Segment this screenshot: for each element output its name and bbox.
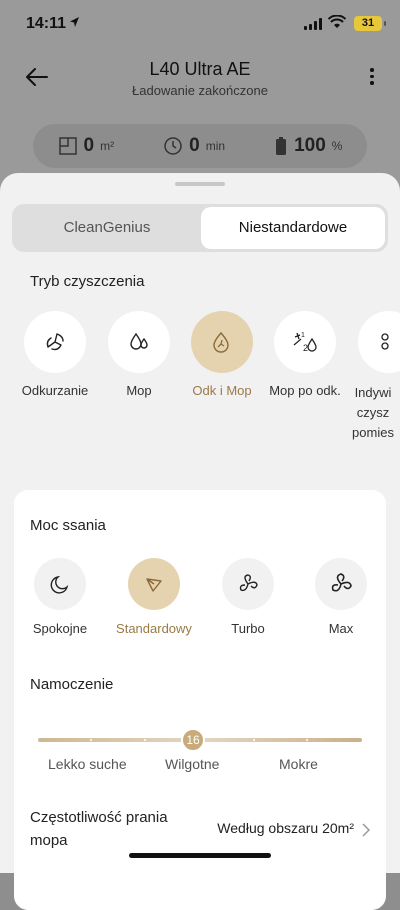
page-title: L40 Ultra AE bbox=[149, 59, 251, 79]
vacuum-mop-icon bbox=[213, 331, 229, 353]
cleaning-mode-title: Tryb czyszczenia bbox=[30, 273, 145, 290]
mode-mop-after-vacuum[interactable]: 12 Mop po odk. bbox=[269, 311, 341, 398]
water-drops-icon bbox=[130, 332, 148, 350]
location-arrow-icon bbox=[70, 17, 79, 27]
fan-turbo-icon bbox=[239, 574, 258, 592]
status-bar: 14:11 31 bbox=[0, 0, 400, 48]
suction-max[interactable]: Max bbox=[315, 558, 369, 636]
mode-vacuum[interactable]: Odkurzanie bbox=[22, 311, 88, 398]
moon-icon bbox=[50, 575, 69, 594]
moisture-label-wet: Wilgotne bbox=[165, 756, 220, 772]
suction-turbo[interactable]: Turbo bbox=[222, 558, 276, 636]
stat-area: 0 m² bbox=[58, 135, 114, 157]
stats-bar: 0 m² 0 min 100% bbox=[33, 124, 367, 168]
svg-text:1: 1 bbox=[301, 332, 305, 339]
mode-room-custom[interactable]: Indywi czysz pomies bbox=[352, 311, 400, 440]
suction-quiet[interactable]: Spokojne bbox=[33, 558, 88, 636]
svg-text:2: 2 bbox=[303, 343, 308, 353]
home-indicator[interactable] bbox=[129, 853, 271, 858]
fan-standard-icon bbox=[146, 578, 162, 592]
mop-wash-frequency-label: Częstotliwość prania mopa bbox=[30, 809, 168, 849]
status-time: 14:11 bbox=[26, 15, 67, 32]
vacuum-fan-icon bbox=[46, 333, 64, 351]
mode-segmented-control: CleanGenius Niestandardowe bbox=[12, 204, 388, 252]
moisture-title: Namoczenie bbox=[30, 676, 114, 693]
wifi-icon bbox=[328, 15, 346, 28]
mode-mop[interactable]: Mop bbox=[107, 311, 171, 398]
battery-icon bbox=[276, 137, 287, 155]
chevron-right-icon[interactable] bbox=[362, 823, 370, 837]
room-custom-icon bbox=[381, 333, 389, 350]
moisture-label-soaked: Mokre bbox=[279, 756, 318, 772]
settings-card: Moc ssania Spokojne Standardowy Turbo Ma… bbox=[14, 490, 386, 910]
stat-battery: 100% bbox=[274, 135, 342, 157]
suction-title: Moc ssania bbox=[30, 517, 106, 534]
tab-cleangenius[interactable]: CleanGenius bbox=[15, 207, 199, 249]
mode-vacuum-and-mop[interactable]: Odk i Mop bbox=[190, 311, 254, 398]
tab-custom[interactable]: Niestandardowe bbox=[201, 207, 385, 249]
cellular-signal-icon bbox=[304, 18, 322, 30]
area-icon bbox=[58, 137, 77, 155]
mop-after-vacuum-icon: 12 bbox=[293, 332, 317, 353]
mop-wash-frequency-value[interactable]: Według obszaru 20m² bbox=[217, 820, 354, 836]
battery-indicator: 31 bbox=[354, 16, 386, 31]
settings-sheet: CleanGenius Niestandardowe Tryb czyszcze… bbox=[0, 173, 400, 910]
clock-icon bbox=[164, 137, 182, 155]
sheet-drag-handle[interactable] bbox=[175, 182, 225, 186]
fan-max-icon bbox=[331, 573, 352, 592]
moisture-label-dry: Lekko suche bbox=[48, 756, 127, 772]
page-subtitle: Ładowanie zakończone bbox=[132, 83, 268, 98]
suction-standard[interactable]: Standardowy bbox=[116, 558, 192, 636]
more-options-icon[interactable] bbox=[370, 68, 374, 88]
stat-time: 0 min bbox=[163, 135, 225, 157]
moisture-slider-knob[interactable]: 16 bbox=[181, 728, 205, 752]
